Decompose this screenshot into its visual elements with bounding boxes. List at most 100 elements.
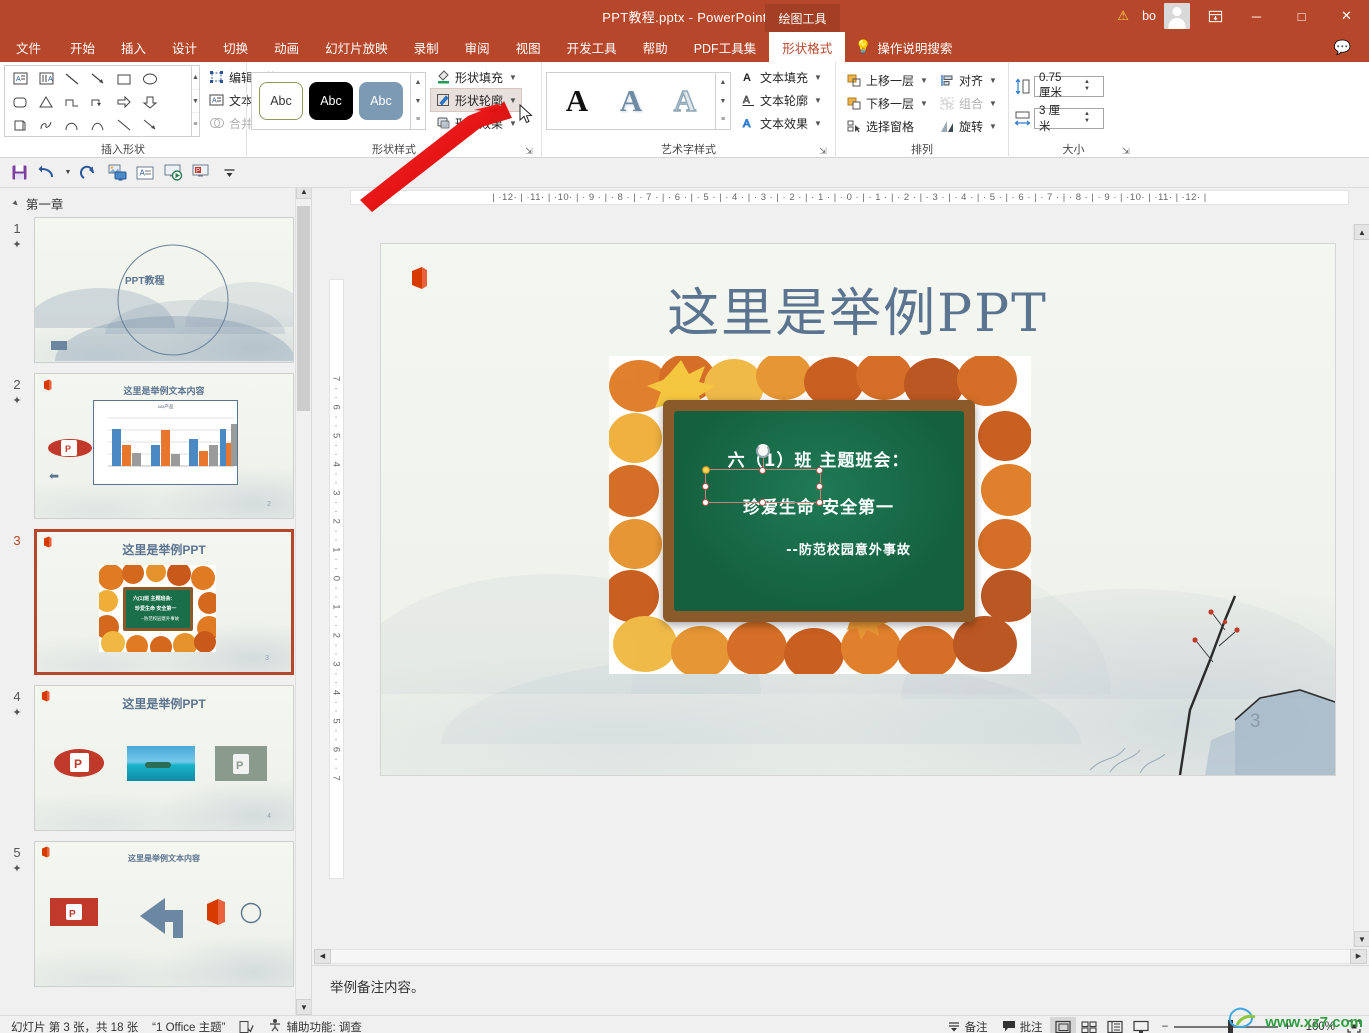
scroll-down-icon[interactable]: ▼ — [1354, 931, 1369, 947]
shape-rectangle-icon[interactable] — [111, 67, 137, 90]
slide-vertical-scrollbar[interactable]: ▲ ▼ — [1353, 224, 1369, 947]
list-item[interactable]: 1 ✦ PPT教程 — [0, 217, 311, 373]
resize-handle-bottom-left[interactable] — [702, 498, 709, 506]
tab-developer[interactable]: 开发工具 — [554, 32, 630, 62]
shape-style-preset-3[interactable]: Abc — [359, 82, 403, 120]
thumbnail-slide-5[interactable]: 这里是举例文本内容 P — [34, 841, 294, 987]
slide-canvas[interactable]: 这里是举例PPT 六（1）班 主题班会： 珍爱生命 安全第一 --防范校园意外事… — [379, 243, 1336, 776]
scroll-up-icon[interactable]: ▲ — [296, 188, 311, 199]
redo-icon[interactable] — [76, 161, 102, 185]
board-line-3[interactable]: --防范校园意外事故 — [674, 539, 964, 558]
wordart-styles-gallery[interactable]: A A A — [546, 72, 716, 130]
shape-gallery-more-icon[interactable] — [163, 67, 189, 90]
notes-text[interactable]: 举例备注内容。 — [312, 966, 425, 996]
tab-design[interactable]: 设计 — [159, 32, 210, 62]
wordart-scroll-up-icon[interactable]: ▲ — [716, 73, 730, 92]
spellcheck-icon[interactable] — [232, 1017, 261, 1033]
thumbnail-slide-1[interactable]: PPT教程 — [34, 217, 294, 363]
align-button[interactable]: 对齐 ▼ — [935, 69, 1001, 91]
chevron-down-icon[interactable]: ▼ — [989, 122, 997, 131]
shape-effects-button[interactable]: 形状效果 ▼ — [431, 112, 521, 134]
shape-height-stepper[interactable]: ▲ ▼ — [1071, 77, 1103, 96]
chevron-down-icon[interactable]: ▼ — [509, 96, 517, 105]
shape-height-input[interactable]: 0.75 厘米 ▲ ▼ — [1034, 72, 1104, 99]
chevron-down-icon[interactable]: ▼ — [814, 73, 822, 82]
thumbnails-scrollbar[interactable]: ▲ ▼ — [295, 188, 311, 1015]
tab-pdf-tools[interactable]: PDF工具集 — [681, 32, 770, 62]
send-backward-button[interactable]: 下移一层 ▼ — [842, 92, 932, 114]
slideshow-view-icon[interactable] — [1128, 1017, 1154, 1033]
reading-view-icon[interactable] — [1102, 1017, 1128, 1033]
shape-flowchart-icon[interactable] — [7, 113, 33, 136]
tell-me-search[interactable]: 💡 操作说明搜索 — [845, 32, 960, 62]
gallery-scroll-up-icon[interactable]: ▲ — [192, 66, 199, 90]
wordart-preset-2[interactable]: A — [605, 79, 657, 123]
shape-connector-elbow-icon[interactable] — [59, 90, 85, 113]
chevron-down-icon[interactable] — [216, 161, 242, 185]
shape-width-stepper[interactable]: ▲ ▼ — [1071, 109, 1103, 128]
thumbnail-slide-3[interactable]: 这里是举例PPT 六(1)班 主题班会: 珍爱生命 安全第一 --防范校园意外事… — [34, 529, 294, 675]
chevron-down-icon[interactable]: ▼ — [814, 119, 822, 128]
wordart-expand-icon[interactable]: ≡ — [716, 110, 730, 129]
account-name[interactable]: bo — [1136, 9, 1162, 23]
resize-handle-left[interactable] — [702, 482, 709, 490]
shape-triangle-icon[interactable] — [33, 90, 59, 113]
slideshow-current-icon[interactable]: P — [188, 161, 214, 185]
tab-view[interactable]: 视图 — [503, 32, 554, 62]
list-item[interactable]: 5 ✦ 这里是举例文本内容 P — [0, 841, 311, 997]
scrollbar-thumb[interactable] — [297, 206, 310, 411]
slide-count-status[interactable]: 幻灯片 第 3 张，共 18 张 — [4, 1017, 145, 1033]
horizontal-ruler[interactable]: | ·12· | ·11· | ·10· | · 9 · | · 8 · | ·… — [312, 188, 1369, 206]
shape-arrow2-icon[interactable] — [137, 113, 163, 136]
selection-pane-button[interactable]: 选择窗格 — [842, 115, 932, 137]
shape-down-arrow-icon[interactable] — [137, 90, 163, 113]
shape-gallery-more3-icon[interactable] — [163, 113, 189, 136]
warning-triangle-icon[interactable]: ⚠ — [1110, 8, 1136, 24]
shape-line2-icon[interactable] — [111, 113, 137, 136]
zoom-control[interactable]: − + 100% — [1154, 1020, 1343, 1033]
tab-record[interactable]: 录制 — [401, 32, 452, 62]
fit-to-window-icon[interactable] — [1343, 1017, 1365, 1033]
shape-arc-icon[interactable] — [85, 113, 111, 136]
text-outline-button[interactable]: A 文本轮廓 ▼ — [736, 89, 826, 111]
tab-home[interactable]: 开始 — [57, 32, 108, 62]
notes-pane[interactable]: 举例备注内容。 — [312, 965, 1369, 1015]
wordart-styles-scrollbar[interactable]: ▲ ▼ ≡ — [716, 72, 731, 130]
section-collapse-icon[interactable]: ► — [10, 198, 22, 210]
vertical-ruler[interactable]: 7 · · 6 · · 5 · · 4 · · 3 · · 2 · · 1 · … — [326, 211, 346, 947]
shape-vertical-textbox-icon[interactable]: A — [33, 67, 59, 90]
resize-handle-right[interactable] — [816, 482, 823, 490]
tab-animations[interactable]: 动画 — [261, 32, 312, 62]
slide-thumbnails-pane[interactable]: ► 第一章 1 ✦ PPT教程 2 ✦ 这里是举例文本内容 xxx产品 P ⬅ … — [0, 188, 312, 1015]
present-icon[interactable] — [104, 161, 130, 185]
notes-toggle-button[interactable]: 备注 — [940, 1017, 995, 1033]
zoom-out-button[interactable]: − — [1162, 1021, 1169, 1033]
resize-handle-top[interactable] — [759, 466, 766, 474]
thumbnail-slide-4[interactable]: 这里是举例PPT P P 4 — [34, 685, 294, 831]
tab-transitions[interactable]: 切换 — [210, 32, 261, 62]
chevron-down-icon[interactable]: ▼ — [920, 99, 928, 108]
shape-outline-button[interactable]: 形状轮廓 ▼ — [430, 88, 522, 112]
comment-icon[interactable]: 💬 — [1326, 39, 1359, 56]
tab-shape-format[interactable]: 形状格式 — [769, 32, 846, 62]
undo-dropdown-icon[interactable]: ▼ — [62, 161, 74, 185]
chevron-down-icon[interactable]: ▼ — [509, 119, 517, 128]
shape-gallery-more2-icon[interactable] — [163, 90, 189, 113]
shape-styles-gallery[interactable]: Abc Abc Abc — [251, 72, 411, 130]
text-effects-button[interactable]: A 文本效果 ▼ — [736, 112, 826, 134]
hscroll-track[interactable] — [331, 948, 1350, 964]
comments-toggle-button[interactable]: 批注 — [995, 1017, 1050, 1033]
shape-style-preset-1[interactable]: Abc — [259, 82, 303, 120]
user-avatar-icon[interactable] — [1164, 3, 1190, 29]
resize-handle-bottom-right[interactable] — [816, 498, 823, 506]
accessibility-status[interactable]: 辅助功能: 调查 — [261, 1017, 368, 1033]
adjust-handle-icon[interactable] — [701, 466, 710, 474]
shapes-gallery-scrollbar[interactable]: ▲ ▼ ≡ — [192, 65, 200, 137]
slide-picture[interactable]: 六（1）班 主题班会： 珍爱生命 安全第一 --防范校园意外事故 — [608, 356, 1031, 674]
shape-oval-icon[interactable] — [137, 67, 163, 90]
list-item[interactable]: 4 ✦ 这里是举例PPT P P 4 — [0, 685, 311, 841]
shape-freeform-icon[interactable] — [33, 113, 59, 136]
wordart-dialog-launcher[interactable]: ⇲ — [817, 145, 829, 157]
styles-scroll-up-icon[interactable]: ▲ — [411, 73, 425, 92]
size-dialog-launcher[interactable]: ⇲ — [1120, 145, 1132, 157]
